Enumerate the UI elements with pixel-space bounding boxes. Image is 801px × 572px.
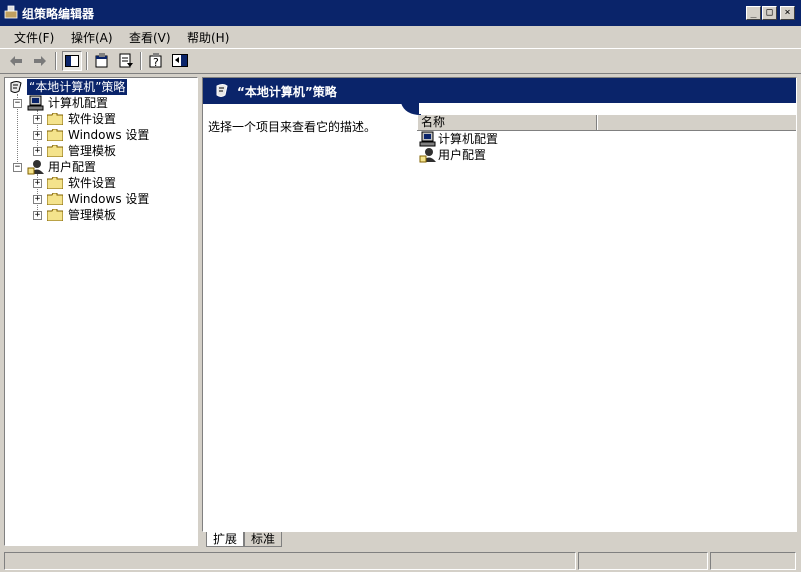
expand-user-admin-templates[interactable]: + <box>33 211 42 220</box>
tree-item-label: 软件设置 <box>68 112 117 126</box>
menu-view[interactable]: 查看(V) <box>129 29 171 46</box>
folder-icon <box>47 209 63 221</box>
svg-text:?: ? <box>153 56 159 69</box>
description-text: 选择一个项目来查看它的描述。 <box>208 120 377 134</box>
list-item-label: 用户配置 <box>438 148 487 162</box>
expand-user-windows-settings[interactable]: + <box>33 195 42 204</box>
group-policy-app-icon <box>4 5 18 19</box>
window-title: 组策略编辑器 <box>22 7 95 21</box>
export-list-icon[interactable] <box>116 51 136 71</box>
back-arrow-icon[interactable] <box>6 51 26 71</box>
properties-icon[interactable] <box>92 51 112 71</box>
computer-icon <box>27 95 44 111</box>
minimize-button[interactable]: _ <box>746 6 761 20</box>
tree-item-label: Windows 设置 <box>68 128 150 142</box>
folder-icon <box>47 129 63 141</box>
banner-spacer <box>419 103 796 114</box>
tab-standard[interactable]: 标准 <box>244 532 283 547</box>
collapse-user-config[interactable]: − <box>13 163 22 172</box>
tab-extended[interactable]: 扩展 <box>206 532 245 547</box>
status-panel <box>710 552 796 570</box>
policy-scroll-icon <box>10 81 22 93</box>
view-tabs: 扩展 标准 <box>202 532 797 548</box>
status-panel <box>578 552 708 570</box>
column-header-empty[interactable] <box>597 115 796 130</box>
tree-item-label: Windows 设置 <box>68 192 150 206</box>
tree-item-label: 用户配置 <box>48 160 97 174</box>
title-bar[interactable]: 组策略编辑器 _ □ × <box>0 0 801 26</box>
tree-root-label: “本地计算机”策略 <box>27 79 128 95</box>
menu-file[interactable]: 文件(F) <box>14 29 54 46</box>
menu-bar: 文件(F) 操作(A) 查看(V) 帮助(H) <box>0 26 801 48</box>
list-header: 名称 <box>417 115 796 131</box>
menu-action[interactable]: 操作(A) <box>71 29 113 46</box>
show-hide-tree-icon[interactable] <box>62 51 82 71</box>
forward-arrow-icon[interactable] <box>30 51 50 71</box>
toolbar-separator <box>55 52 57 70</box>
folder-icon <box>47 113 63 125</box>
folder-icon <box>47 193 63 205</box>
user-icon <box>27 160 44 175</box>
banner-curve <box>401 103 421 115</box>
status-panel <box>4 552 576 570</box>
expand-admin-templates[interactable]: + <box>33 147 42 156</box>
close-button[interactable]: × <box>780 6 795 20</box>
toolbar: ? <box>0 48 801 74</box>
banner-title: “本地计算机”策略 <box>237 85 337 99</box>
computer-icon <box>419 131 436 147</box>
maximize-button[interactable]: □ <box>762 6 777 20</box>
expand-user-software-settings[interactable]: + <box>33 179 42 188</box>
policy-scroll-icon <box>216 84 228 97</box>
tree-item-label: 软件设置 <box>68 176 117 190</box>
tree-pane[interactable]: “本地计算机”策略 − 计算机配置 + 软件设置 + Windows 设置 + … <box>4 77 198 546</box>
collapse-computer-config[interactable]: − <box>13 99 22 108</box>
list-item-label: 计算机配置 <box>438 132 499 146</box>
status-bar <box>0 549 801 572</box>
tree-item-label: 管理模板 <box>68 208 117 222</box>
expand-software-settings[interactable]: + <box>33 115 42 124</box>
details-banner: “本地计算机”策略 <box>203 78 796 104</box>
menu-help[interactable]: 帮助(H) <box>187 29 229 46</box>
toolbar-separator <box>86 52 88 70</box>
user-icon <box>419 148 436 163</box>
folder-icon <box>47 177 63 189</box>
column-header-name[interactable]: 名称 <box>417 115 597 130</box>
tree-item-label: 计算机配置 <box>48 96 109 110</box>
details-pane: “本地计算机”策略 选择一个项目来查看它的描述。 名称 计算机配置 用户配置 <box>202 77 797 532</box>
help-icon[interactable]: ? <box>146 51 166 71</box>
action-pane-icon[interactable] <box>170 51 190 71</box>
expand-windows-settings[interactable]: + <box>33 131 42 140</box>
toolbar-separator <box>140 52 142 70</box>
folder-icon <box>47 145 63 157</box>
tree-item-label: 管理模板 <box>68 144 117 158</box>
